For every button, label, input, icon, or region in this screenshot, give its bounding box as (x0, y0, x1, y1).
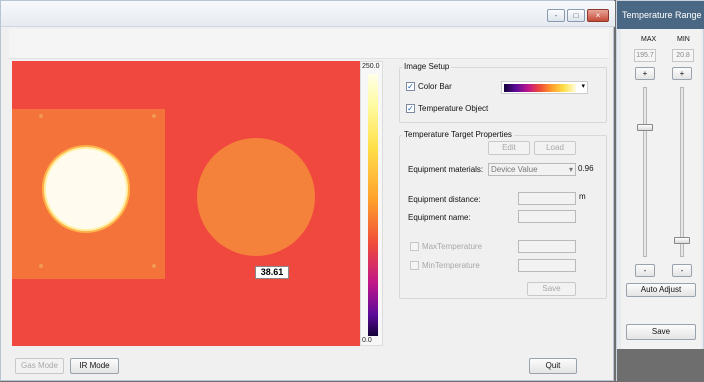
close-button[interactable]: × (587, 9, 609, 22)
ir-mode-button[interactable]: IR Mode (70, 358, 119, 374)
max-header: MAX (641, 36, 657, 43)
max-slider-track[interactable] (643, 87, 647, 257)
equipment-distance-input[interactable] (518, 192, 576, 205)
range-save-button[interactable]: Save (626, 324, 696, 340)
minimize-button[interactable]: - (547, 9, 565, 22)
main-window: - □ × 38.61 250.0 0.0 Image Setup ✓ Colo… (0, 0, 615, 381)
equipment-name-input[interactable] (518, 210, 576, 223)
colormap-select[interactable]: ▾ (501, 81, 588, 94)
min-slider-track[interactable] (680, 87, 684, 257)
max-temperature-label: MaxTemperature (422, 242, 483, 251)
equipment-materials-label: Equipment materials: (408, 165, 484, 174)
temperature-object-label: Temperature Object (418, 104, 489, 113)
temperature-range-body: MAX MIN 195.7 20.8 + + - - Auto Adjust S… (621, 29, 701, 349)
gas-mode-button[interactable]: Gas Mode (15, 358, 64, 374)
colorbar-max-label: 250.0 (362, 63, 380, 70)
equipment-materials-value: Device Value (491, 165, 538, 174)
image-setup-title: Image Setup (402, 62, 452, 71)
quit-button[interactable]: Quit (529, 358, 577, 374)
plate-screw (39, 264, 43, 268)
side-window-footer (617, 349, 704, 382)
auto-adjust-button[interactable]: Auto Adjust (626, 283, 696, 297)
distance-unit-label: m (579, 192, 586, 201)
color-bar-checkbox[interactable]: ✓ (406, 82, 415, 91)
target-save-button[interactable]: Save (527, 282, 576, 296)
colorbar-min-label: 0.0 (362, 337, 372, 344)
toolbar-area (9, 29, 609, 59)
max-range-value[interactable]: 195.7 (634, 49, 656, 62)
min-temperature-checkbox[interactable] (410, 261, 419, 270)
chevron-down-icon: ▾ (581, 83, 585, 90)
equipment-distance-label: Equipment distance: (408, 195, 481, 204)
color-bar-panel: 250.0 0.0 (360, 61, 383, 346)
min-range-value[interactable]: 20.8 (672, 49, 694, 62)
max-temperature-checkbox[interactable] (410, 242, 419, 251)
min-slider-thumb[interactable] (674, 237, 690, 244)
hot-spot-disc (46, 149, 126, 229)
equipment-materials-select[interactable]: Device Value ▾ (488, 163, 576, 176)
min-temperature-label: MinTemperature (422, 261, 480, 270)
min-header: MIN (677, 36, 690, 43)
min-increase-button[interactable]: + (672, 67, 692, 80)
min-temperature-input[interactable] (518, 259, 576, 272)
color-bar-label: Color Bar (418, 82, 452, 91)
color-bar-gradient (368, 74, 378, 336)
temperature-range-window: Temperature Range MAX MIN 195.7 20.8 + +… (616, 0, 704, 382)
min-decrease-button[interactable]: - (672, 264, 692, 277)
thermal-image-view[interactable]: 38.61 (12, 61, 360, 346)
temperature-object-checkbox[interactable]: ✓ (406, 104, 415, 113)
title-bar: - □ × (1, 1, 615, 27)
temperature-range-title: Temperature Range (617, 1, 704, 29)
plate-screw (152, 264, 156, 268)
image-setup-group (399, 67, 607, 123)
colormap-preview (504, 84, 576, 92)
emissivity-value: 0.96 (578, 164, 594, 173)
edit-button[interactable]: Edit (488, 141, 530, 155)
plate-screw (39, 114, 43, 118)
max-increase-button[interactable]: + (635, 67, 655, 80)
max-temperature-input[interactable] (518, 240, 576, 253)
target-properties-title: Temperature Target Properties (402, 130, 514, 139)
plate-screw (152, 114, 156, 118)
max-slider-thumb[interactable] (637, 124, 653, 131)
max-decrease-button[interactable]: - (635, 264, 655, 277)
restore-button[interactable]: □ (567, 9, 585, 22)
warm-disc (197, 138, 315, 256)
equipment-name-label: Equipment name: (408, 213, 471, 222)
load-button[interactable]: Load (534, 141, 576, 155)
chevron-down-icon: ▾ (568, 165, 573, 174)
temperature-readout: 38.61 (255, 266, 289, 279)
